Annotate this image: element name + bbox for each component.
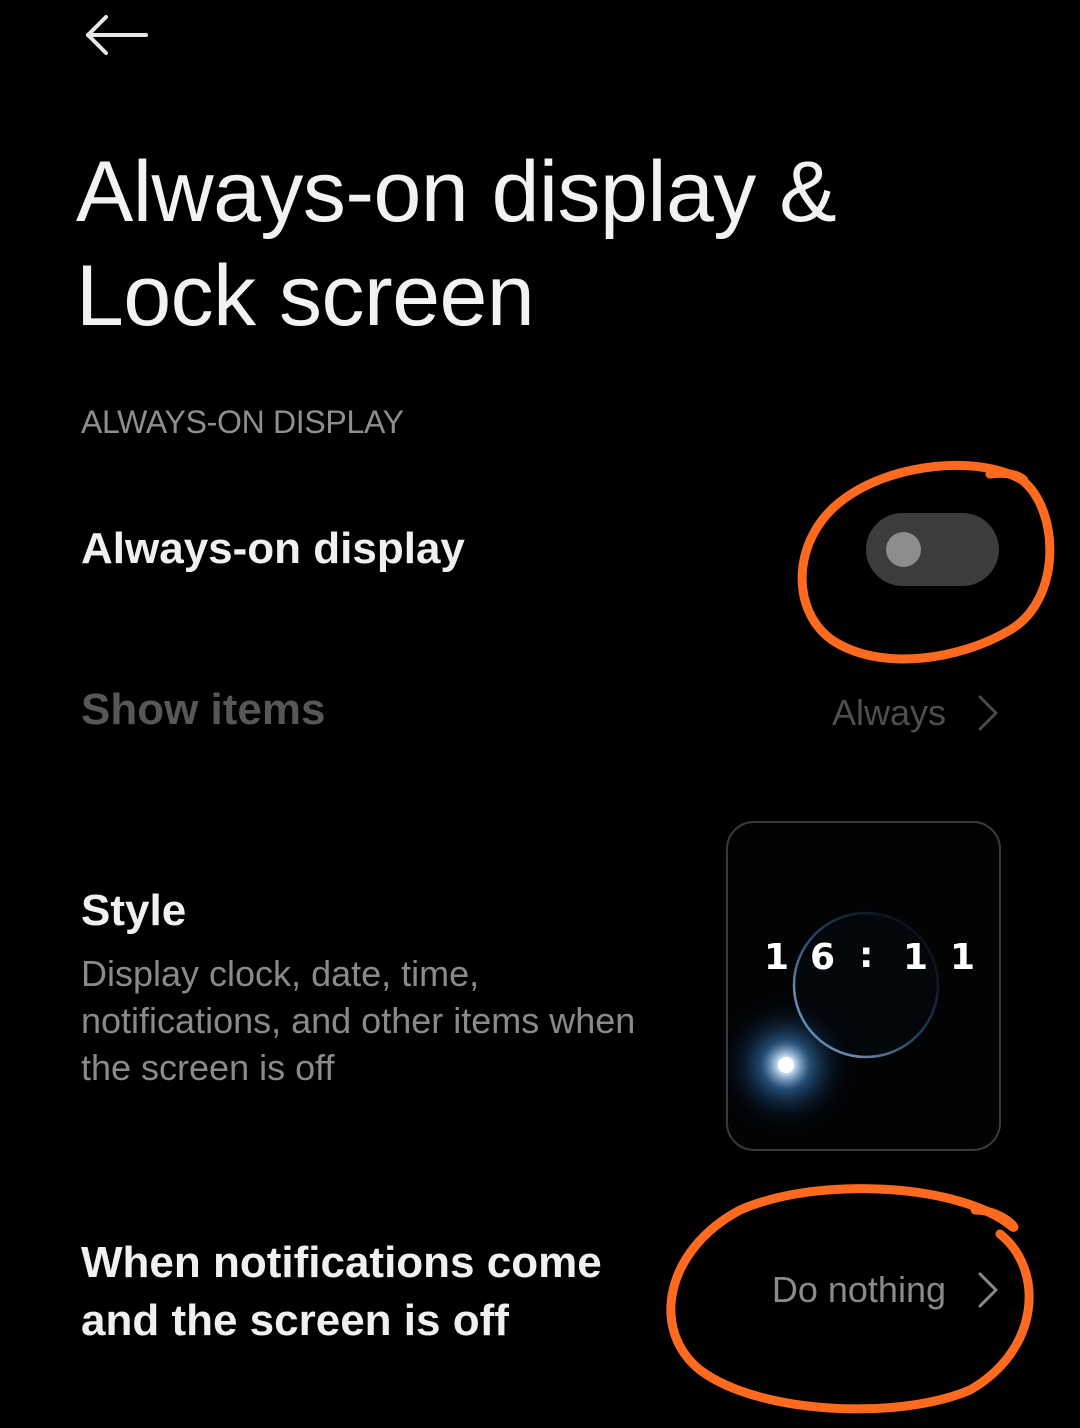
always-on-display-toggle[interactable]: [866, 513, 999, 586]
page-title: Always-on display & Lock screen: [76, 144, 837, 344]
clock-digit: :: [859, 935, 874, 976]
arrow-left-icon: [86, 15, 148, 55]
show-items-value: Always: [831, 692, 946, 733]
style-description: Display clock, date, time, notifications…: [81, 953, 636, 1088]
clock-digit: 1: [764, 937, 790, 978]
chevron-right-icon: [978, 695, 998, 731]
eclipse-illustration: [728, 911, 940, 1135]
clock-digit: 1: [950, 937, 976, 978]
clock-digit: 1: [903, 937, 929, 978]
always-on-display-label: Always-on display: [81, 524, 465, 573]
section-header: ALWAYS-ON DISPLAY: [81, 404, 404, 440]
back-button[interactable]: [80, 8, 152, 64]
notifications-label: When notifications come and the screen i…: [81, 1238, 602, 1345]
clock-digit: 6: [810, 937, 836, 978]
style-preview-thumbnail[interactable]: 1 6 : 1 1: [726, 821, 1001, 1151]
notifications-value: Do nothing: [771, 1269, 946, 1310]
style-label: Style: [81, 886, 187, 935]
show-items-label: Show items: [81, 685, 326, 734]
toggle-knob: [886, 532, 921, 567]
preview-clock: 1 6 : 1 1: [728, 935, 999, 981]
chevron-right-icon: [978, 1272, 998, 1308]
